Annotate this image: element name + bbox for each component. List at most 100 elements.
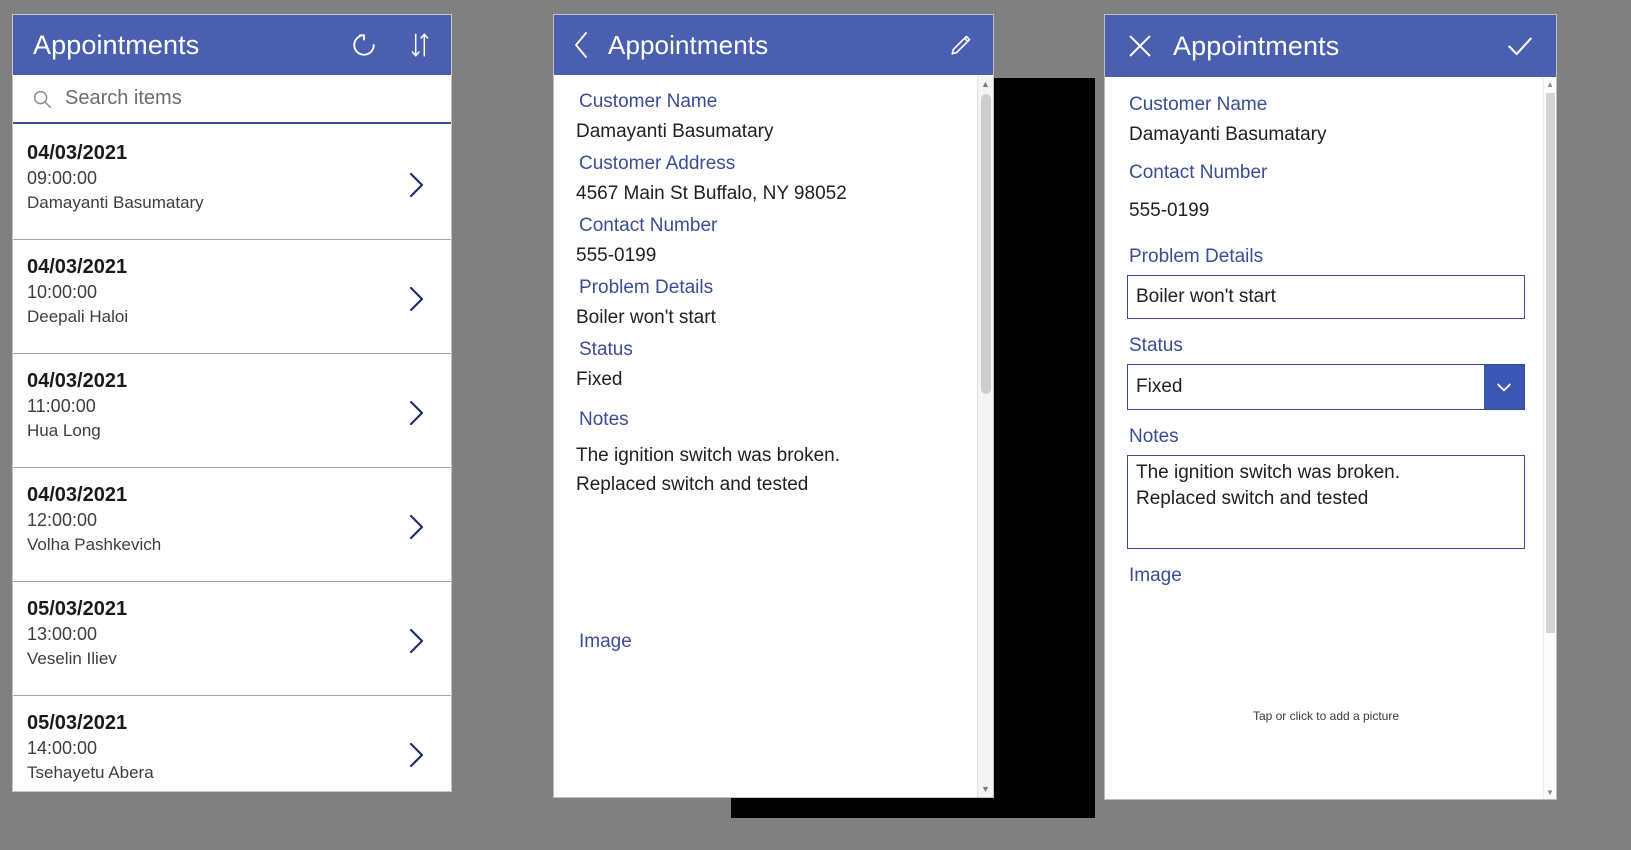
- list-item-name: Hua Long: [27, 421, 101, 440]
- detail-scrollbar[interactable]: ▲ ▼: [977, 76, 993, 797]
- field-value: 4567 Main St Buffalo, NY 98052: [576, 183, 847, 204]
- form-field-problem-details: Problem Details Boiler won't start: [1127, 242, 1543, 319]
- form-field-customer-name: Customer Name Damayanti Basumatary: [1127, 90, 1543, 150]
- list-item-name: Deepali Haloi: [27, 307, 129, 326]
- field-label: Image: [1129, 565, 1182, 586]
- browse-titlebar: Appointments: [13, 15, 451, 75]
- list-item-text: 04/03/2021 10:00:00 Deepali Haloi: [27, 254, 403, 329]
- problem-details-input[interactable]: Boiler won't start: [1127, 275, 1525, 319]
- list-item-date: 04/03/2021: [27, 142, 128, 164]
- list-item-text: 05/03/2021 13:00:00 Veselin Iliev: [27, 596, 403, 671]
- scrollbar-thumb[interactable]: [981, 94, 991, 394]
- field-customer-name: Customer Name Damayanti Basumatary: [576, 86, 977, 146]
- list-item-time: 12:00:00: [27, 510, 98, 530]
- image-upload-area[interactable]: Tap or click to add a picture: [1127, 601, 1525, 751]
- field-label: Customer Address: [579, 153, 736, 174]
- field-value: Fixed: [576, 369, 623, 390]
- field-customer-address: Customer Address 4567 Main St Buffalo, N…: [576, 148, 977, 208]
- status-selected-value: Fixed: [1136, 376, 1183, 397]
- field-status: Status Fixed: [576, 334, 977, 394]
- page-title: Appointments: [1173, 30, 1340, 61]
- field-label: Notes: [1129, 426, 1179, 447]
- edit-titlebar: Appointments: [1105, 15, 1556, 77]
- chevron-right-icon[interactable]: [403, 510, 429, 549]
- field-label: Status: [1129, 335, 1183, 356]
- list-item-name: Volha Pashkevich: [27, 535, 162, 554]
- list-item-date: 04/03/2021: [27, 256, 128, 278]
- list-item-time: 10:00:00: [27, 282, 98, 302]
- list-item-date: 05/03/2021: [27, 598, 128, 620]
- customer-name-value: Damayanti Basumatary: [1129, 124, 1327, 145]
- field-label: Contact Number: [579, 215, 718, 236]
- detail-fields: Customer Name Damayanti Basumatary Custo…: [554, 76, 977, 797]
- refresh-icon[interactable]: [349, 30, 379, 60]
- contact-number-value: 555-0199: [1129, 200, 1210, 221]
- field-notes: Notes The ignition switch was broken. Re…: [576, 404, 977, 499]
- list-item-time: 11:00:00: [27, 396, 96, 416]
- list-item[interactable]: 04/03/2021 11:00:00 Hua Long: [13, 354, 451, 468]
- list-item-text: 04/03/2021 12:00:00 Volha Pashkevich: [27, 482, 403, 557]
- field-image: Image: [576, 631, 977, 653]
- scroll-down-arrow[interactable]: ▼: [1544, 786, 1556, 799]
- list-item-time: 09:00:00: [27, 168, 98, 188]
- chevron-left-icon[interactable]: [570, 29, 594, 61]
- list-item[interactable]: 05/03/2021 13:00:00 Veselin Iliev: [13, 582, 451, 696]
- field-label: Customer Name: [579, 91, 718, 112]
- list-item-name: Veselin Iliev: [27, 649, 117, 668]
- search-bar[interactable]: Search items: [13, 75, 451, 124]
- close-icon[interactable]: [1125, 31, 1155, 61]
- list-item-name: Damayanti Basumatary: [27, 193, 204, 212]
- list-item[interactable]: 04/03/2021 12:00:00 Volha Pashkevich: [13, 468, 451, 582]
- list-item[interactable]: 04/03/2021 09:00:00 Damayanti Basumatary: [13, 126, 451, 240]
- list-item-text: 04/03/2021 09:00:00 Damayanti Basumatary: [27, 140, 403, 215]
- notes-textarea[interactable]: The ignition switch was broken. Replaced…: [1127, 455, 1525, 549]
- field-contact-number: Contact Number 555-0199: [576, 210, 977, 270]
- field-value: The ignition switch was broken. Replaced…: [576, 445, 841, 495]
- chevron-right-icon[interactable]: [403, 624, 429, 663]
- image-upload-hint: Tap or click to add a picture: [1252, 709, 1400, 723]
- chevron-right-icon[interactable]: [403, 282, 429, 321]
- list-item[interactable]: 05/03/2021 14:00:00 Tsehayetu Abera: [13, 696, 451, 791]
- scroll-down-arrow[interactable]: ▼: [978, 781, 993, 797]
- status-dropdown[interactable]: Fixed: [1127, 364, 1525, 410]
- edit-scrollbar[interactable]: ▲ ▼: [1543, 78, 1556, 799]
- list-item-text: 04/03/2021 11:00:00 Hua Long: [27, 368, 403, 443]
- list-item-date: 04/03/2021: [27, 370, 128, 392]
- field-label: Image: [579, 631, 632, 652]
- chevron-right-icon[interactable]: [403, 168, 429, 207]
- list-item-time: 14:00:00: [27, 738, 98, 758]
- form-field-notes: Notes The ignition switch was broken. Re…: [1127, 422, 1543, 549]
- scrollbar-thumb[interactable]: [1546, 93, 1555, 633]
- form-field-status: Status Fixed: [1127, 331, 1543, 410]
- scroll-up-arrow[interactable]: ▲: [978, 76, 993, 92]
- field-value: 555-0199: [576, 245, 657, 266]
- chevron-right-icon[interactable]: [403, 396, 429, 435]
- chevron-right-icon[interactable]: [403, 738, 429, 777]
- field-value: Boiler won't start: [576, 307, 716, 328]
- detail-titlebar: Appointments: [554, 15, 993, 75]
- field-label: Problem Details: [1129, 246, 1264, 267]
- edit-form: Customer Name Damayanti Basumatary Conta…: [1105, 78, 1543, 799]
- detail-screen-panel: Appointments Customer Name Damayanti Bas…: [553, 14, 994, 798]
- list-item-time: 13:00:00: [27, 624, 98, 644]
- field-label: Problem Details: [579, 277, 714, 298]
- field-label: Notes: [579, 409, 629, 430]
- check-icon[interactable]: [1504, 30, 1536, 62]
- pencil-icon[interactable]: [947, 31, 975, 59]
- sort-icon[interactable]: [407, 31, 433, 59]
- page-title: Appointments: [33, 29, 200, 60]
- field-label: Customer Name: [1129, 94, 1268, 115]
- appointments-gallery[interactable]: 04/03/2021 09:00:00 Damayanti Basumatary…: [13, 126, 451, 791]
- chevron-down-icon[interactable]: [1484, 365, 1524, 409]
- form-field-image: Image Tap or click to add a picture: [1127, 561, 1543, 751]
- field-label: Contact Number: [1129, 162, 1268, 183]
- form-field-contact-number: Contact Number 555-0199: [1127, 158, 1543, 232]
- field-problem-details: Problem Details Boiler won't start: [576, 272, 977, 332]
- browse-screen-panel: Appointments Search items 04/03/2021 09:…: [12, 14, 452, 792]
- field-label: Status: [579, 339, 633, 360]
- list-item[interactable]: 04/03/2021 10:00:00 Deepali Haloi: [13, 240, 451, 354]
- search-input[interactable]: Search items: [65, 87, 182, 110]
- scroll-up-arrow[interactable]: ▲: [1544, 78, 1556, 91]
- list-item-name: Tsehayetu Abera: [27, 763, 154, 782]
- list-item-date: 05/03/2021: [27, 712, 128, 734]
